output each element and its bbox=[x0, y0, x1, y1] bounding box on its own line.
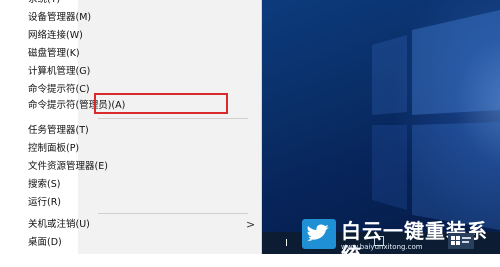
menu-item-label: 系统(Y) bbox=[28, 0, 60, 9]
menu-item-control-panel[interactable]: 控制面板(P) bbox=[28, 140, 79, 158]
windows-logo-icon bbox=[448, 233, 474, 249]
menu-item-label: 任务管理器(T) bbox=[28, 125, 89, 136]
text-cursor: I bbox=[285, 238, 288, 249]
menu-item-desktop[interactable]: 桌面(D) bbox=[28, 234, 62, 252]
menu-item-label: 桌面(D) bbox=[28, 237, 62, 248]
menu-item-task-manager[interactable]: 任务管理器(T) bbox=[28, 122, 89, 140]
twitter-bird-icon bbox=[302, 219, 336, 249]
menu-item-device-manager[interactable]: 设备管理器(M) bbox=[28, 9, 91, 27]
menu-item-computer-management[interactable]: 计算机管理(G) bbox=[28, 63, 90, 81]
menu-item-search[interactable]: 搜索(S) bbox=[28, 176, 60, 194]
menu-item-system[interactable]: 系统(Y) bbox=[28, 0, 60, 9]
windows-wallpaper-logo bbox=[372, 10, 500, 230]
menu-item-label: 文件资源管理器(E) bbox=[28, 161, 108, 172]
desktop-wallpaper bbox=[262, 0, 500, 254]
winx-context-menu bbox=[78, 0, 262, 254]
menu-item-label: 控制面板(P) bbox=[28, 143, 80, 154]
menu-item-file-explorer[interactable]: 文件资源管理器(E) bbox=[28, 158, 108, 176]
menu-divider bbox=[98, 213, 248, 214]
menu-item-label: 运行(R) bbox=[28, 197, 62, 208]
menu-item-network-connections[interactable]: 网络连接(W) bbox=[28, 27, 83, 45]
chevron-right-icon: > bbox=[246, 218, 256, 231]
highlight-box bbox=[94, 93, 228, 114]
watermark-url-text: www.baiyunxitong.com bbox=[341, 243, 423, 251]
menu-item-label: 计算机管理(G) bbox=[28, 66, 91, 77]
menu-item-label: 设备管理器(M) bbox=[28, 12, 92, 23]
menu-item-label: 磁盘管理(K) bbox=[28, 48, 80, 59]
menu-item-run[interactable]: 运行(R) bbox=[28, 194, 61, 212]
menu-item-shutdown-signout[interactable]: 关机或注销(U) bbox=[28, 216, 90, 234]
menu-item-label: 搜索(S) bbox=[28, 179, 61, 190]
menu-item-label: 关机或注销(U) bbox=[28, 219, 90, 230]
menu-item-label: 网络连接(W) bbox=[28, 30, 83, 41]
menu-divider bbox=[98, 118, 248, 119]
menu-item-disk-management[interactable]: 磁盘管理(K) bbox=[28, 45, 80, 63]
